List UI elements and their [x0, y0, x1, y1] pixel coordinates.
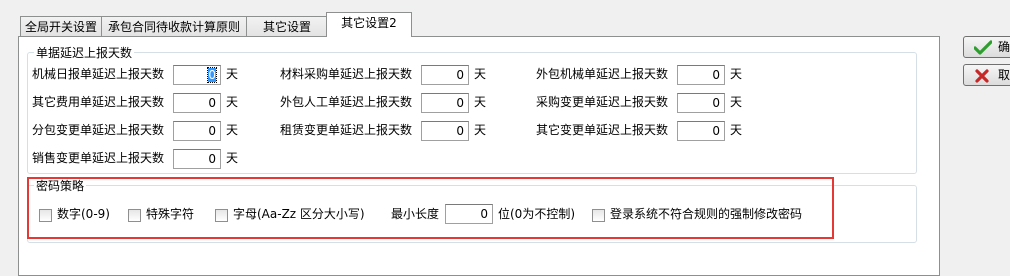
- tab-other-settings-2[interactable]: 其它设置2: [326, 12, 412, 37]
- unit-label: 天: [730, 67, 743, 81]
- outsourced-machine-label: 外包机械单延迟上报天数: [536, 67, 669, 81]
- purchase-change-label: 采购变更单延迟上报天数: [536, 95, 669, 109]
- sales-change-label: 销售变更单延迟上报天数: [32, 151, 165, 165]
- report-delay-legend: 单据延迟上报天数: [36, 46, 133, 60]
- machine-daily-label: 机械日报单延迟上报天数: [32, 67, 165, 81]
- machine-daily-input[interactable]: 0: [173, 65, 221, 85]
- highlight-box: [27, 177, 834, 239]
- other-change-input[interactable]: 0: [677, 121, 725, 141]
- tab-label: 承包合同待收款计算原则: [107, 20, 240, 34]
- unit-label: 天: [474, 67, 487, 81]
- cancel-button[interactable]: 取: [963, 64, 1010, 86]
- lease-change-label: 租赁变更单延迟上报天数: [280, 123, 413, 137]
- unit-label: 天: [730, 95, 743, 109]
- unit-label: 天: [226, 123, 239, 137]
- tab-other-settings[interactable]: 其它设置: [246, 16, 328, 36]
- other-expense-input[interactable]: 0: [173, 93, 221, 113]
- tab-contract-receivable[interactable]: 承包合同待收款计算原则: [101, 16, 247, 36]
- outsourced-labor-input[interactable]: 0: [421, 93, 469, 113]
- outsourced-labor-label: 外包人工单延迟上报天数: [280, 95, 413, 109]
- material-purchase-label: 材料采购单延迟上报天数: [280, 67, 413, 81]
- cancel-label: 取: [998, 68, 1010, 82]
- sales-change-input[interactable]: 0: [173, 149, 221, 169]
- unit-label: 天: [474, 123, 487, 137]
- tab-label: 全局开关设置: [24, 20, 97, 34]
- check-icon: [974, 40, 992, 55]
- unit-label: 天: [226, 151, 239, 165]
- confirm-button[interactable]: 确: [963, 36, 1010, 58]
- subcontract-change-input[interactable]: 0: [173, 121, 221, 141]
- other-expense-label: 其它费用单延迟上报天数: [32, 95, 165, 109]
- purchase-change-input[interactable]: 0: [677, 93, 725, 113]
- confirm-label: 确: [998, 40, 1010, 54]
- unit-label: 天: [474, 95, 487, 109]
- tab-global-switch[interactable]: 全局开关设置: [20, 16, 102, 36]
- unit-label: 天: [226, 95, 239, 109]
- close-icon: [975, 69, 989, 83]
- other-change-label: 其它变更单延迟上报天数: [536, 123, 669, 137]
- unit-label: 天: [226, 67, 239, 81]
- subcontract-change-label: 分包变更单延迟上报天数: [32, 123, 165, 137]
- tab-label: 其它设置: [262, 20, 311, 34]
- outsourced-machine-input[interactable]: 0: [677, 65, 725, 85]
- unit-label: 天: [730, 123, 743, 137]
- material-purchase-input[interactable]: 0: [421, 65, 469, 85]
- tab-label: 其它设置2: [341, 16, 397, 30]
- lease-change-input[interactable]: 0: [421, 121, 469, 141]
